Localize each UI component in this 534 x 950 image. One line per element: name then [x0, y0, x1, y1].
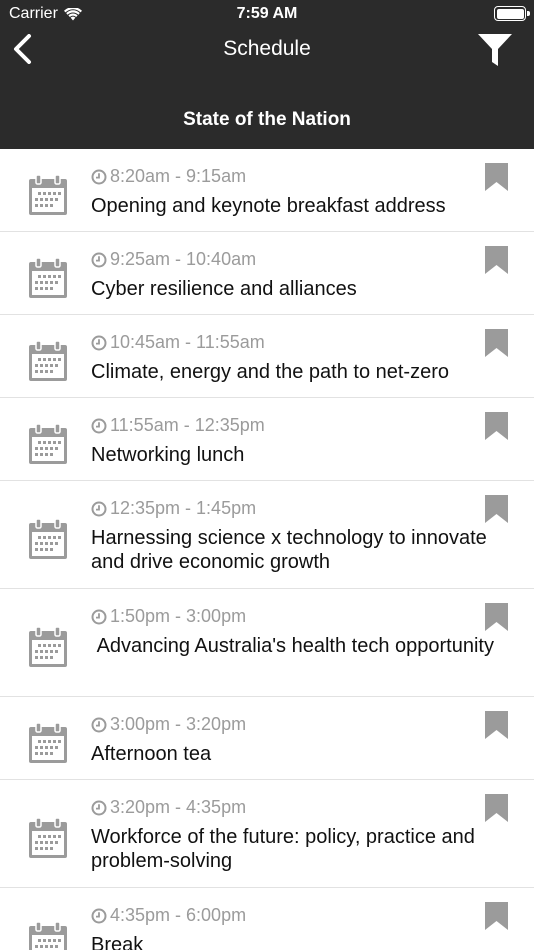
- calendar-icon: [29, 818, 67, 858]
- calendar-icon: [29, 519, 67, 559]
- status-time: 7:59 AM: [236, 5, 298, 22]
- bookmark-icon[interactable]: [485, 711, 508, 739]
- session-row[interactable]: 10:45am - 11:55am Climate, energy and the…: [0, 315, 534, 398]
- calendar-icon: [29, 175, 67, 215]
- session-row[interactable]: 12:35pm - 1:45pm Harnessing science x tec…: [0, 481, 534, 589]
- session-row[interactable]: 8:20am - 9:15am Opening and keynote break…: [0, 149, 534, 232]
- session-title: Workforce of the future: policy, practic…: [91, 826, 481, 872]
- calendar-icon: [29, 424, 67, 464]
- status-bar: Carrier 7:59 AM: [0, 0, 534, 28]
- bookmark-button[interactable]: [485, 794, 508, 822]
- calendar-icon: [29, 627, 67, 667]
- clock-icon: [91, 800, 107, 816]
- page-title: Schedule: [223, 37, 311, 60]
- bookmark-icon[interactable]: [485, 603, 508, 631]
- calendar-icon: [29, 723, 67, 763]
- bookmark-button[interactable]: [485, 603, 508, 631]
- session-row[interactable]: 11:55am - 12:35pm Networking lunch: [0, 398, 534, 481]
- session-row[interactable]: 1:50pm - 3:00pm Advancing Australia's he…: [0, 589, 534, 697]
- session-title: Cyber resilience and alliances: [91, 278, 357, 300]
- session-time-label: 1:50pm - 3:00pm: [110, 606, 247, 626]
- top-bar: Carrier 7:59 AM Schedule State of the Na…: [0, 0, 534, 149]
- session-time: 3:20pm - 4:35pm: [91, 797, 246, 818]
- bookmark-icon[interactable]: [485, 902, 508, 930]
- session-time: 8:20am - 9:15am: [91, 166, 246, 187]
- bookmark-button[interactable]: [485, 329, 508, 357]
- bookmark-icon[interactable]: [485, 163, 508, 191]
- session-title: Advancing Australia's health tech opport…: [91, 635, 494, 657]
- session-time: 12:35pm - 1:45pm: [91, 498, 256, 519]
- bookmark-button[interactable]: [485, 711, 508, 739]
- calendar-icon: [29, 341, 67, 381]
- session-time: 9:25am - 10:40am: [91, 249, 256, 270]
- session-time-label: 11:55am - 12:35pm: [110, 415, 265, 435]
- clock-icon: [91, 717, 107, 733]
- session-time-label: 10:45am - 11:55am: [110, 332, 265, 352]
- bookmark-icon[interactable]: [485, 495, 508, 523]
- clock-icon: [91, 609, 107, 625]
- session-title: Harnessing science x technology to innov…: [91, 527, 493, 573]
- clock-icon: [91, 418, 107, 434]
- clock-icon: [91, 252, 107, 268]
- session-time-label: 12:35pm - 1:45pm: [110, 498, 257, 518]
- session-time: 3:00pm - 3:20pm: [91, 714, 246, 735]
- bookmark-button[interactable]: [485, 246, 508, 274]
- session-row[interactable]: 9:25am - 10:40am Cyber resilience and all…: [0, 232, 534, 315]
- session-time: 11:55am - 12:35pm: [91, 415, 265, 436]
- bookmark-icon[interactable]: [485, 412, 508, 440]
- clock-icon: [91, 335, 107, 351]
- session-title: Break: [91, 934, 144, 950]
- session-time: 10:45am - 11:55am: [91, 332, 265, 353]
- session-title: Afternoon tea: [91, 743, 212, 765]
- bookmark-icon[interactable]: [485, 794, 508, 822]
- clock-icon: [91, 169, 107, 185]
- session-time: 4:35pm - 6:00pm: [91, 905, 246, 926]
- bookmark-button[interactable]: [485, 412, 508, 440]
- session-time-label: 3:00pm - 3:20pm: [110, 714, 247, 734]
- session-time-label: 9:25am - 10:40am: [110, 249, 257, 269]
- section-title: State of the Nation: [183, 109, 351, 130]
- battery-icon: [494, 6, 530, 21]
- bookmark-icon[interactable]: [485, 246, 508, 274]
- session-row[interactable]: 4:35pm - 6:00pm Break: [0, 888, 534, 950]
- session-time-label: 3:20pm - 4:35pm: [110, 797, 247, 817]
- bookmark-icon[interactable]: [485, 329, 508, 357]
- filter-button[interactable]: [476, 32, 514, 68]
- session-time-label: 4:35pm - 6:00pm: [110, 905, 247, 925]
- session-title: Networking lunch: [91, 444, 245, 466]
- session-row[interactable]: 3:20pm - 4:35pm Workforce of the future: …: [0, 780, 534, 888]
- filter-icon: [478, 34, 512, 66]
- bookmark-button[interactable]: [485, 163, 508, 191]
- session-time: 1:50pm - 3:00pm: [91, 606, 246, 627]
- session-row[interactable]: 3:00pm - 3:20pm Afternoon tea: [0, 697, 534, 780]
- bookmark-button[interactable]: [485, 495, 508, 523]
- session-time-label: 8:20am - 9:15am: [110, 166, 247, 186]
- calendar-icon: [29, 258, 67, 298]
- clock-icon: [91, 908, 107, 924]
- session-title: Climate, energy and the path to net-zero: [91, 361, 449, 383]
- clock-icon: [91, 501, 107, 517]
- bookmark-button[interactable]: [485, 902, 508, 930]
- session-title: Opening and keynote breakfast address: [91, 195, 446, 217]
- calendar-icon: [29, 922, 67, 950]
